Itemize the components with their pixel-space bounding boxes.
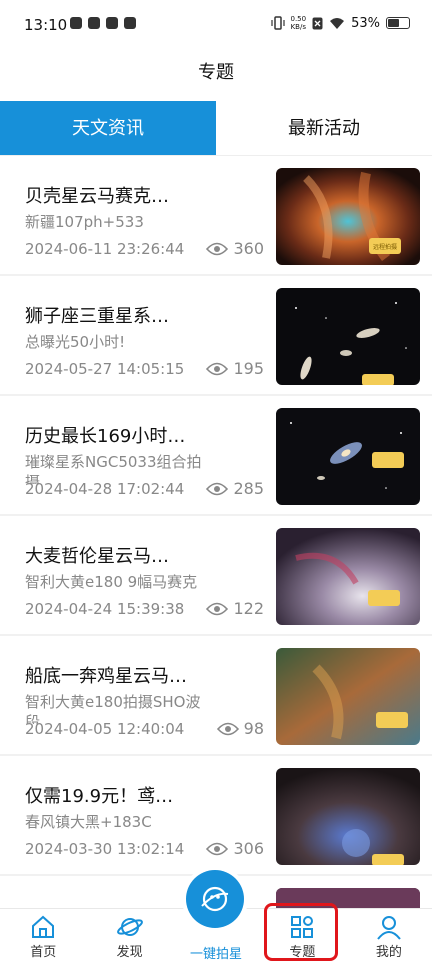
article-date: 2024-06-11 23:26:44 <box>25 240 185 258</box>
article-title: 历史最长169小时… <box>25 426 186 447</box>
article-title: 狮子座三重星系… <box>25 306 169 327</box>
article-item[interactable]: 仅需19.9元！鸢… 春风镇大黑+183C 2024-03-30 13:02:1… <box>0 756 432 876</box>
view-count: 122 <box>206 599 264 618</box>
tab-bar: 天文资讯 最新活动 <box>0 101 432 156</box>
home-icon <box>32 915 55 938</box>
article-thumbnail[interactable] <box>276 528 420 625</box>
net-speed-value: 0.50 <box>290 15 307 23</box>
nav-mine[interactable]: 我的 <box>346 909 432 964</box>
remote-capture-tag <box>368 590 400 606</box>
status-right: 0.50 KB/s 53% <box>270 15 410 31</box>
article-item[interactable]: 船底一奔鸡星云马… 智利大黄e180拍摄SHO波段 2024-04-05 12:… <box>0 636 432 756</box>
nav-home[interactable]: 首页 <box>0 909 86 964</box>
quick-shoot-button[interactable] <box>186 870 244 928</box>
tab-astronomy-news[interactable]: 天文资讯 <box>0 101 216 155</box>
article-thumbnail[interactable] <box>276 408 420 505</box>
article-item[interactable]: 贝壳星云马赛克… 新疆107ph+533 2024-06-11 23:26:44… <box>0 156 432 276</box>
tiktok-notification-icon <box>124 17 136 29</box>
view-count-value: 122 <box>233 599 264 618</box>
article-subtitle: 春风镇大黑+183C <box>25 813 152 831</box>
view-count: 360 <box>206 239 264 258</box>
view-count: 98 <box>216 719 264 738</box>
article-date: 2024-05-27 14:05:15 <box>25 360 185 378</box>
eye-icon <box>216 722 239 735</box>
article-date: 2024-04-24 15:39:38 <box>25 600 185 618</box>
remote-capture-tag <box>372 854 404 865</box>
nav-discover-label: 发现 <box>116 945 143 960</box>
eye-icon <box>206 242 229 255</box>
planet-icon <box>116 918 143 936</box>
battery-percent: 53% <box>351 15 380 31</box>
article-list: 贝壳星云马赛克… 新疆107ph+533 2024-06-11 23:26:44… <box>0 156 432 908</box>
nav-home-label: 首页 <box>30 945 57 960</box>
eye-icon <box>206 842 229 855</box>
lmc-image <box>276 528 420 625</box>
net-speed-unit: KB/s <box>290 23 306 31</box>
article-date: 2024-04-28 17:02:44 <box>25 480 185 498</box>
mail-notification-icon <box>70 17 82 29</box>
article-item[interactable]: 狮子座三重星系… 总曝光50小时! 2024-05-27 14:05:15 19… <box>0 276 432 396</box>
view-count-value: 195 <box>233 359 264 378</box>
remote-capture-tag <box>362 374 394 385</box>
article-thumbnail[interactable] <box>276 288 420 385</box>
article-title: 仅需19.9元！鸢… <box>25 786 174 807</box>
battery-icon <box>386 17 410 29</box>
nebula-image: 远程拍摄 <box>276 168 420 265</box>
view-count-value: 306 <box>233 839 264 858</box>
vibrate-icon <box>270 16 285 30</box>
eye-icon <box>206 602 229 615</box>
article-title: 大麦哲伦星云马… <box>25 546 169 567</box>
article-thumbnail[interactable]: 远程拍摄 <box>276 168 420 265</box>
status-bar: 13:10 0.50 KB/s 53% <box>0 0 432 50</box>
article-subtitle: 智利大黄e180 9幅马赛克 <box>25 573 198 591</box>
running-chicken-nebula-image <box>276 648 420 745</box>
no-sim-icon <box>312 17 323 29</box>
eye-icon <box>206 482 229 495</box>
app-notification-icon <box>88 17 100 29</box>
status-time: 13:10 <box>24 16 68 34</box>
galaxy-image <box>276 408 420 505</box>
article-date: 2024-03-30 13:02:14 <box>25 840 185 858</box>
view-count: 306 <box>206 839 264 858</box>
nav-discover[interactable]: 发现 <box>86 909 172 964</box>
article-thumbnail[interactable] <box>276 768 420 865</box>
svg-text:远程拍摄: 远程拍摄 <box>373 243 397 251</box>
topics-highlight-box <box>264 903 338 961</box>
view-count-value: 285 <box>233 479 264 498</box>
camera-planet-icon <box>201 886 229 912</box>
nav-mine-label: 我的 <box>375 945 402 960</box>
wifi-icon <box>330 17 345 29</box>
user-icon <box>377 916 401 940</box>
article-thumbnail[interactable] <box>276 648 420 745</box>
notification-icons <box>70 17 136 29</box>
view-count-value: 98 <box>243 719 264 738</box>
remote-capture-tag: 远程拍摄 <box>369 238 401 254</box>
eye-icon <box>206 362 229 375</box>
article-item[interactable]: 大麦哲伦星云马… 智利大黄e180 9幅马赛克 2024-04-24 15:39… <box>0 516 432 636</box>
article-title: 贝壳星云马赛克… <box>25 186 169 207</box>
view-count-value: 360 <box>233 239 264 258</box>
link-notification-icon <box>106 17 118 29</box>
view-count: 195 <box>206 359 264 378</box>
article-item[interactable]: 历史最长169小时… 璀璨星系NGC5033组合拍摄 2024-04-28 17… <box>0 396 432 516</box>
article-subtitle: 新疆107ph+533 <box>25 213 144 231</box>
tab-latest-events[interactable]: 最新活动 <box>216 101 432 155</box>
article-title: 船底一奔鸡星云马… <box>25 666 187 687</box>
page-header: 专题 <box>0 50 432 100</box>
iris-nebula-image <box>276 768 420 865</box>
remote-capture-tag <box>372 452 404 468</box>
article-date: 2024-04-05 12:40:04 <box>25 720 185 738</box>
net-speed: 0.50 KB/s <box>291 15 307 31</box>
galaxy-triplet-image <box>276 288 420 385</box>
view-count: 285 <box>206 479 264 498</box>
nav-quick-shoot-label: 一键拍星 <box>190 947 243 962</box>
article-subtitle: 总曝光50小时! <box>25 333 126 351</box>
page-title: 专题 <box>198 62 234 83</box>
remote-capture-tag <box>376 712 408 728</box>
